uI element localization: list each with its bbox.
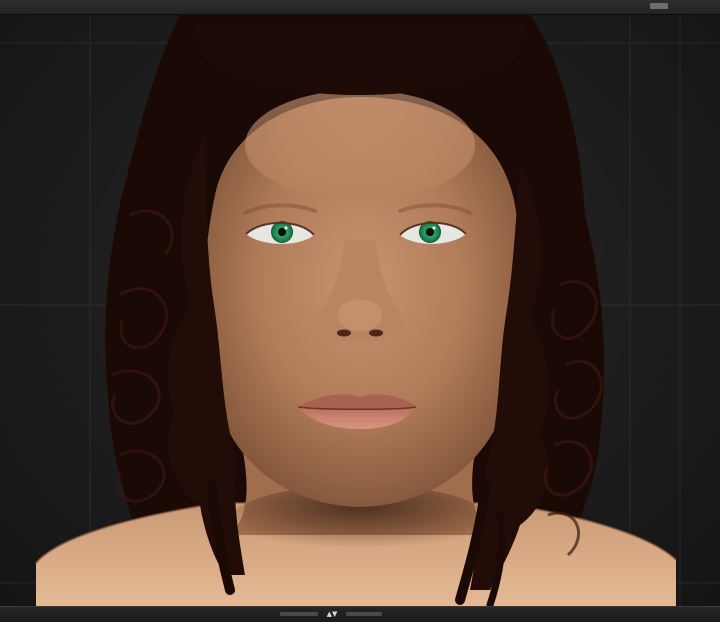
bottom-tray-left-handle[interactable] — [280, 612, 318, 616]
3d-viewport[interactable] — [0, 15, 720, 607]
bottom-tray-bar: ▲▼ — [0, 606, 720, 622]
up-down-arrows-icon[interactable]: ▲▼ — [322, 609, 342, 619]
sculpting-app-window: ▲▼ — [0, 0, 720, 622]
top-shelf-bar — [0, 0, 720, 15]
model-render — [0, 15, 720, 607]
top-shelf-collapse-handle[interactable] — [650, 3, 668, 9]
bottom-tray-right-handle[interactable] — [346, 612, 382, 616]
